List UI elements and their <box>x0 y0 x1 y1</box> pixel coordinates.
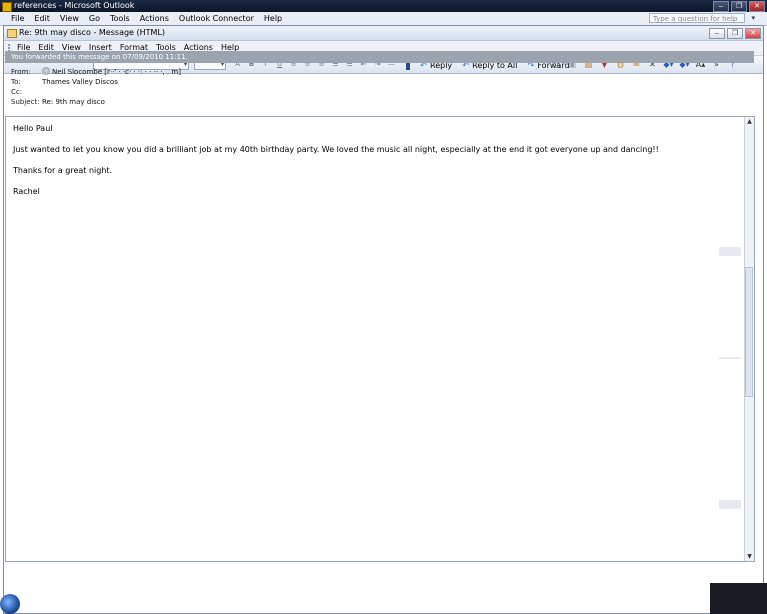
contact-status-icon <box>42 67 50 75</box>
body-paragraph: Just wanted to let you know you did a br… <box>13 145 659 154</box>
to-value[interactable]: Thames Valley Discos <box>42 77 118 87</box>
taskbar-corner <box>710 583 767 614</box>
message-body: Hello Paul Just wanted to let you know y… <box>13 124 733 208</box>
vertical-scrollbar[interactable]: ▲ ▼ <box>744 117 754 561</box>
message-window-title: Re: 9th may disco - Message (HTML) <box>19 28 166 37</box>
to-label: To: <box>11 78 21 86</box>
message-header: From: Neil Slocombe [r··' · ·c· · ·: · ·… <box>11 67 751 107</box>
body-signature: Rachel <box>13 187 40 196</box>
from-value-wrap[interactable]: Neil Slocombe [r··' · ·c· · ·: · · ·· ·,… <box>42 67 181 77</box>
maximize-button[interactable]: ❐ <box>731 1 747 12</box>
outlook-title-bar: references - Microsoft Outlook ‒ ❐ ✕ <box>0 0 767 12</box>
menu-edit[interactable]: Edit <box>29 12 55 25</box>
outlook-window-title: references - Microsoft Outlook <box>14 1 135 10</box>
subject-label: Subject: <box>11 98 40 106</box>
from-row: From: Neil Slocombe [r··' · ·c· · ·: · ·… <box>11 67 751 77</box>
scroll-up-icon[interactable]: ▲ <box>745 117 754 126</box>
message-minimize-button[interactable]: ‒ <box>709 28 725 39</box>
outlook-menu-bar: File Edit View Go Tools Actions Outlook … <box>0 12 767 26</box>
menu-view[interactable]: View <box>55 12 84 25</box>
cc-label: Cc: <box>11 88 23 96</box>
menu-file[interactable]: File <box>6 12 29 25</box>
scrollbar-thumb[interactable] <box>745 267 753 397</box>
menu-actions[interactable]: Actions <box>135 12 174 25</box>
menu-go[interactable]: Go <box>84 12 105 25</box>
message-maximize-button[interactable]: ❐ <box>727 28 743 39</box>
body-greeting: Hello Paul <box>13 124 53 133</box>
message-close-button[interactable]: ✕ <box>745 28 761 39</box>
menu-help[interactable]: Help <box>259 12 287 25</box>
outlook-app-icon[interactable] <box>2 2 12 12</box>
message-title-bar: Re: 9th may disco - Message (HTML) ‒ ❐ ✕ <box>4 26 763 41</box>
menu-tools[interactable]: Tools <box>105 12 135 25</box>
to-row: To: Thames Valley Discos <box>11 77 751 87</box>
ghost-box <box>719 500 741 509</box>
minimize-button[interactable]: ‒ <box>713 1 729 12</box>
menu-outlook-connector[interactable]: Outlook Connector <box>174 12 259 25</box>
body-thanks: Thanks for a great night. <box>13 166 113 175</box>
scroll-down-icon[interactable]: ▼ <box>745 552 754 561</box>
subject-value: Re: 9th may disco <box>42 98 105 106</box>
message-body-pane[interactable]: Hello Paul Just wanted to let you know y… <box>5 116 755 562</box>
from-value[interactable]: Neil Slocombe [r··' · ·c· · ·: · · ·· ·,… <box>52 68 181 76</box>
start-button[interactable] <box>0 594 20 614</box>
help-search-input[interactable]: Type a question for help <box>649 13 745 23</box>
ghost-box <box>719 247 741 256</box>
close-button[interactable]: ✕ <box>749 1 765 12</box>
help-dropdown-icon[interactable]: ▾ <box>751 14 755 22</box>
envelope-icon <box>7 29 17 38</box>
cc-row: Cc: <box>11 87 751 97</box>
subject-row: Subject: Re: 9th may disco <box>11 97 751 107</box>
from-label: From: <box>11 68 31 76</box>
forwarded-info-bar: You forwarded this message on 07/09/2010… <box>5 51 754 63</box>
ghost-line <box>719 357 741 359</box>
